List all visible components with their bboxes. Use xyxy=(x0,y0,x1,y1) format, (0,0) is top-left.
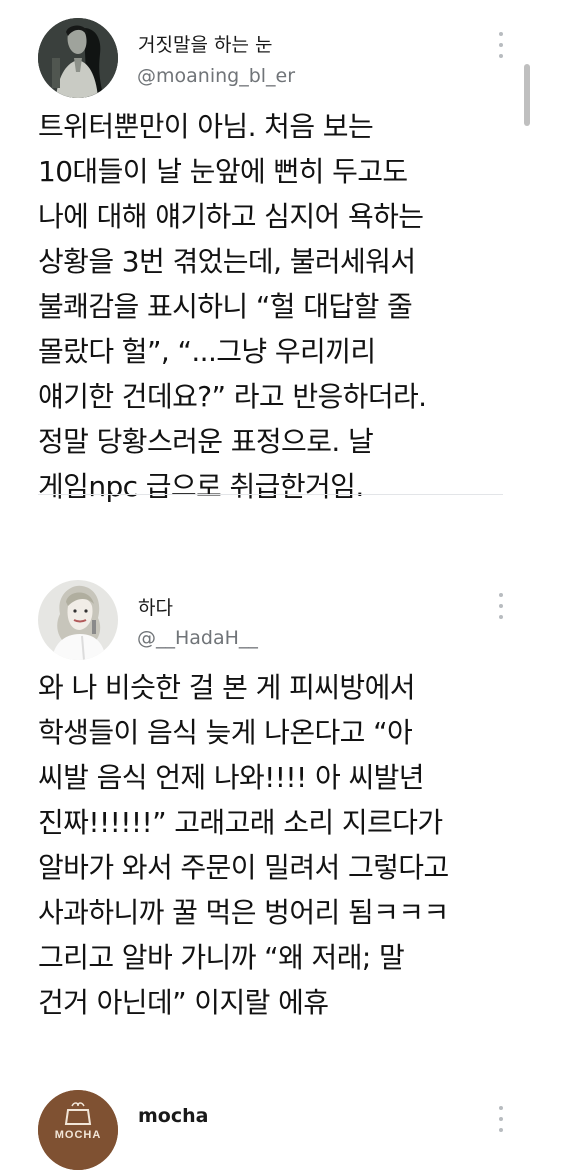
text-line: 사과하니까 꿀 먹은 벙어리 됨ㅋㅋㅋ xyxy=(38,896,449,929)
handle[interactable]: @moaning_bl_er xyxy=(137,65,295,87)
tweet-text: 트위터뿐만이 아님. 처음 보는 10대들이 날 눈앞에 뻔히 두고도 나에 대… xyxy=(38,104,427,509)
text-line: 트위터뿐만이 아님. 처음 보는 xyxy=(38,110,374,143)
text-line: 게임npc 급으로 취급한거임. xyxy=(38,470,364,503)
more-options-icon[interactable] xyxy=(494,32,508,58)
avatar-logo-text: MOCHA xyxy=(55,1129,102,1141)
text-line: 와 나 비슷한 걸 본 게 피씨방에서 xyxy=(38,671,415,704)
text-line: 알바가 와서 주문이 밀려서 그렇다고 xyxy=(38,851,449,884)
display-name[interactable]: 하다 xyxy=(138,593,173,620)
text-line: 학생들이 음식 늦게 나온다고 “아 xyxy=(38,716,413,749)
text-line: 씨발 음식 언제 나와!!!! 아 씨발년 xyxy=(38,761,425,794)
more-options-icon[interactable] xyxy=(494,593,508,619)
tweet-text: 와 나 비슷한 걸 본 게 피씨방에서 학생들이 음식 늦게 나온다고 “아 씨… xyxy=(38,665,449,1025)
text-line: 몰랐다 헐”, “...그냥 우리끼리 xyxy=(38,335,376,368)
text-line: 얘기한 건데요?” 라고 반응하더라. xyxy=(38,380,427,413)
display-name[interactable]: mocha xyxy=(138,1105,208,1127)
avatar[interactable]: MOCHA xyxy=(38,1090,118,1170)
handle[interactable]: @__HadaH__ xyxy=(137,627,258,649)
avatar[interactable] xyxy=(38,18,118,98)
text-line: 상황을 3번 겪었는데, 불러세워서 xyxy=(38,245,416,278)
tweet-2: 하다 @__HadaH__ 와 나 비슷한 걸 본 게 피씨방에서 학생들이 음… xyxy=(0,570,565,1020)
text-line: 그리고 알바 가니까 “왜 저래; 말 xyxy=(38,941,405,974)
avatar-image xyxy=(38,580,118,660)
avatar[interactable] xyxy=(38,580,118,660)
more-options-icon[interactable] xyxy=(494,1106,508,1132)
tweet-1: 거짓말을 하는 눈 @moaning_bl_er 트위터뿐만이 아님. 처음 보… xyxy=(0,0,565,503)
text-line: 불쾌감을 표시하니 “헐 대답할 줄 xyxy=(38,290,413,323)
divider xyxy=(38,494,503,495)
avatar-image: MOCHA xyxy=(38,1090,118,1170)
text-line: 진짜!!!!!!” 고래고래 소리 지르다가 xyxy=(38,806,443,839)
text-line: 건거 아닌데” 이지랄 에휴 xyxy=(38,986,329,1019)
display-name[interactable]: 거짓말을 하는 눈 xyxy=(138,30,272,57)
tweet-3: MOCHA mocha xyxy=(0,1080,565,1170)
avatar-image xyxy=(38,18,118,98)
text-line: 나에 대해 얘기하고 심지어 욕하는 xyxy=(38,200,424,233)
text-line: 정말 당황스러운 표정으로. 날 xyxy=(38,425,374,458)
text-line: 10대들이 날 눈앞에 뻔히 두고도 xyxy=(38,155,408,188)
